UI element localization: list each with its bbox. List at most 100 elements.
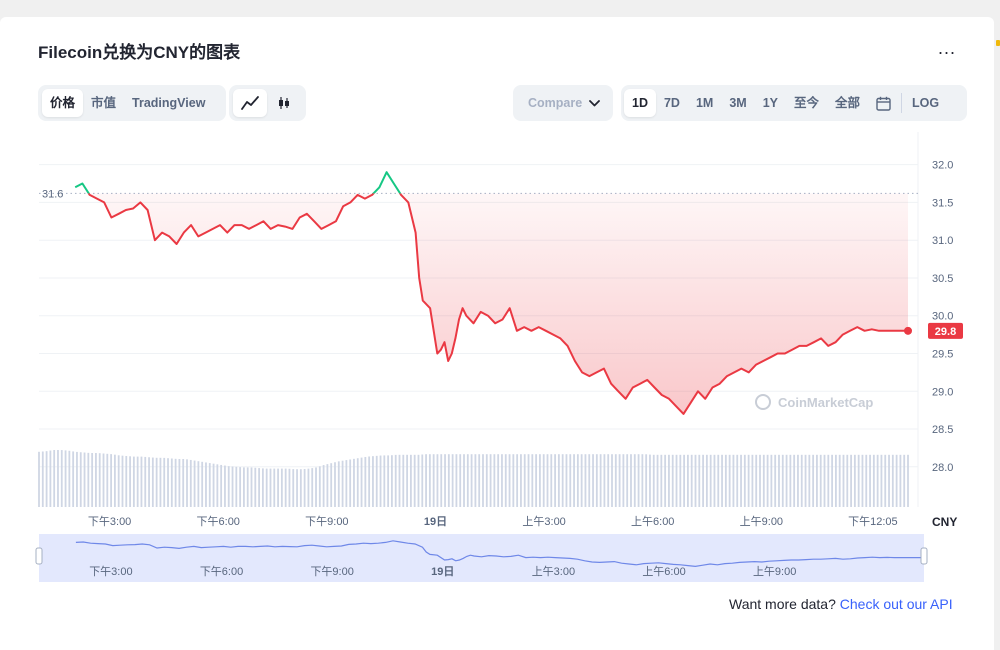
volume-bar [193, 460, 196, 507]
volume-bar [402, 454, 405, 507]
volume-bar [68, 450, 71, 507]
volume-bar [117, 455, 120, 507]
volume-bar [668, 454, 670, 507]
volume-bar [554, 454, 556, 507]
volume-bar [603, 454, 606, 507]
volume-bar [60, 450, 63, 507]
volume-bar [95, 453, 97, 507]
volume-bar [413, 454, 416, 507]
volume-bar [273, 468, 276, 507]
volume-bar [280, 468, 283, 507]
volume-bar [611, 454, 613, 507]
volume-bar [679, 454, 682, 507]
currency-label: CNY [932, 515, 957, 529]
volume-bar [372, 456, 374, 507]
volume-bar [747, 454, 750, 507]
volume-bar [770, 454, 773, 507]
volume-bar [155, 457, 158, 507]
volume-bar [709, 454, 712, 507]
volume-bar [861, 454, 864, 507]
volume-bar [159, 457, 162, 507]
volume-bar [759, 454, 761, 507]
volume-bar [406, 454, 408, 507]
navigator-tick-label: 上午3:00 [532, 565, 575, 578]
volume-bar [816, 454, 818, 507]
volume-bar [842, 454, 845, 507]
volume-bar [87, 452, 90, 507]
volume-bar [38, 451, 40, 507]
volume-bar [303, 468, 306, 507]
volume-bar [447, 454, 450, 507]
volume-bar [421, 454, 424, 507]
volume-bar [751, 454, 754, 507]
volume-bar [781, 454, 784, 507]
navigator-handle-left[interactable] [35, 547, 43, 565]
volume-bar [110, 454, 113, 507]
volume-bar [850, 454, 852, 507]
volume-bar [417, 454, 420, 507]
volume-bar [501, 454, 503, 507]
volume-bar [766, 454, 769, 507]
volume-bar [224, 465, 226, 507]
volume-bar [694, 454, 697, 507]
volume-bar [296, 469, 298, 507]
volume-bar [182, 459, 185, 507]
price-chart: 28.0 28.5 29.0 29.5 30.0 30.5 31.0 31.5 32.0 31.6… [35, 132, 963, 582]
volume-bar [387, 455, 390, 507]
volume-bar [622, 454, 625, 507]
volume-bar [561, 454, 564, 507]
volume-bar [284, 468, 287, 507]
volume-bar [106, 453, 109, 507]
volume-bar [539, 454, 541, 507]
volume-bar [812, 454, 815, 507]
volume-bar [379, 455, 382, 507]
volume-bar [535, 454, 538, 507]
volume-bar [576, 454, 579, 507]
volume-bar [140, 456, 143, 507]
volume-bar [216, 464, 219, 507]
volume-bar [243, 467, 245, 507]
volume-bar [53, 450, 56, 507]
volume-bar [208, 463, 211, 507]
volume-bar [485, 454, 488, 507]
volume-bar [163, 457, 166, 507]
volume-bar [254, 467, 257, 507]
volume-bar [307, 468, 310, 507]
navigator-handle-right[interactable] [920, 547, 928, 565]
volume-bar [269, 468, 272, 507]
volume-bar [880, 454, 883, 507]
api-link[interactable]: Check out our API [840, 596, 953, 612]
volume-bar [334, 462, 336, 507]
volume-bar [569, 454, 572, 507]
y-tick-label: 31.5 [932, 197, 953, 209]
volume-bar [872, 454, 875, 507]
volume-bar [76, 451, 78, 507]
x-tick-label: 19日 [424, 515, 447, 528]
volume-bar [656, 454, 659, 507]
volume-bar [618, 454, 621, 507]
volume-bar [428, 454, 431, 507]
volume-bar [717, 454, 720, 507]
volume-bar [531, 454, 534, 507]
volume-bar [865, 454, 868, 507]
volume-bar [170, 458, 173, 507]
volume-bar [220, 464, 223, 507]
volume-bar [398, 454, 401, 507]
volume-bar [573, 454, 575, 507]
volume-bar [356, 458, 359, 507]
volume-bar [98, 453, 101, 507]
x-tick-label: 上午6:00 [631, 515, 674, 528]
volume-bar [186, 459, 188, 507]
y-tick-label: 32.0 [932, 160, 953, 172]
volume-bar [649, 454, 651, 507]
volume-bar [819, 454, 822, 507]
volume-bar [212, 463, 215, 507]
volume-bar [516, 454, 519, 507]
y-tick-label: 31.0 [932, 235, 953, 247]
volume-bar [497, 454, 500, 507]
y-tick-label: 28.0 [932, 462, 953, 474]
volume-bar [834, 454, 837, 507]
volume-bar [899, 454, 902, 507]
volume-bar [444, 454, 446, 507]
volume-bar [652, 454, 655, 507]
